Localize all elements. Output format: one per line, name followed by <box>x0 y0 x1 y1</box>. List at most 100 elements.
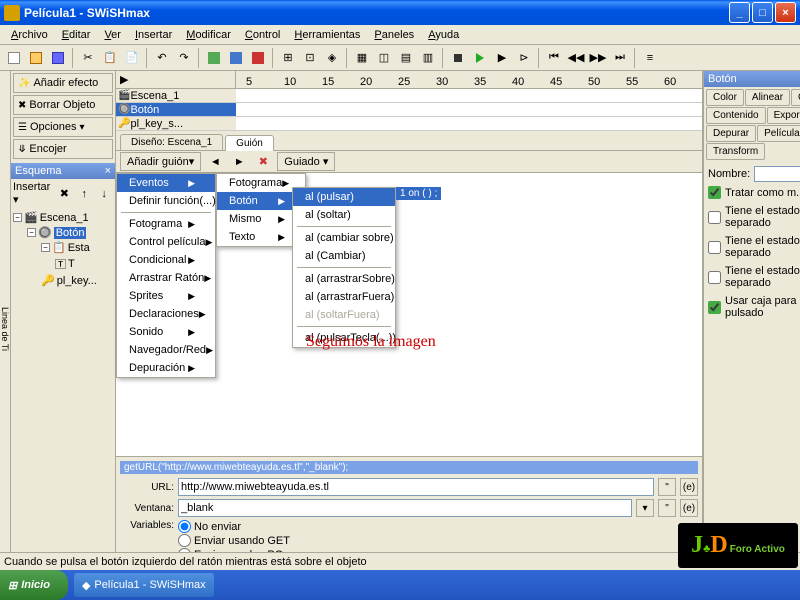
tab-exportar[interactable]: Exportar <box>767 107 800 124</box>
shrink-button[interactable]: ⤋Encojer <box>13 139 113 159</box>
radio-no-enviar[interactable]: No enviar <box>178 520 292 533</box>
ctx-item[interactable]: Declaraciones▶ <box>117 305 215 323</box>
undo-button[interactable]: ↶ <box>152 48 172 68</box>
menu-insertar[interactable]: Insertar <box>128 27 179 43</box>
play-button[interactable] <box>470 48 490 68</box>
tool-button[interactable]: ⊡ <box>300 48 320 68</box>
guided-dropdown[interactable]: Guiado ▾ <box>277 152 335 171</box>
tool-button[interactable]: ◈ <box>322 48 342 68</box>
options-button[interactable]: ☰Opciones▾ <box>13 117 113 137</box>
tab-alinear[interactable]: Alinear <box>745 89 790 106</box>
tab-depurar[interactable]: Depurar <box>706 125 756 142</box>
move-down-button[interactable]: ↓ <box>95 184 113 204</box>
tab-guion[interactable]: Guión <box>225 135 274 151</box>
redo-button[interactable]: ↷ <box>174 48 194 68</box>
ctx-item[interactable]: al (arrastrarFuera) <box>293 288 395 306</box>
open-file-button[interactable] <box>26 48 46 68</box>
ctx-item[interactable]: Definir función(...) <box>117 192 215 210</box>
ctx-item[interactable]: Condicional▶ <box>117 251 215 269</box>
layer-name[interactable]: 🔑pl_key_s... <box>116 117 236 131</box>
ctx-item[interactable]: al (arrastrarSobre) <box>293 270 395 288</box>
tool-button[interactable] <box>226 48 246 68</box>
ctx-item[interactable]: al (Cambiar) <box>293 247 395 265</box>
dropdown-button[interactable]: ▾ <box>636 499 654 517</box>
next-button[interactable]: ▶▶ <box>588 48 608 68</box>
save-button[interactable] <box>48 48 68 68</box>
tree-item[interactable]: −🔘Botón <box>13 225 113 240</box>
add-script-dropdown[interactable]: Añadir guión▾ <box>120 152 201 171</box>
delete-object-button[interactable]: ✖Borrar Objeto <box>13 95 113 115</box>
copy-button[interactable]: 📋 <box>100 48 120 68</box>
checkbox-pulsado[interactable] <box>708 271 721 284</box>
last-button[interactable]: ⏭ <box>610 48 630 68</box>
move-up-button[interactable]: ↑ <box>75 184 93 204</box>
ctx-item[interactable]: Control película▶ <box>117 233 215 251</box>
tab-contenido[interactable]: Contenido <box>706 107 766 124</box>
tool-button[interactable]: ▥ <box>418 48 438 68</box>
minimize-button[interactable]: _ <box>729 2 750 23</box>
prev-button[interactable]: ◀◀ <box>566 48 586 68</box>
expr-button[interactable]: (e) <box>680 499 698 517</box>
tool-button[interactable]: ✖ <box>253 152 273 172</box>
layer-track[interactable] <box>236 117 702 131</box>
tree-item[interactable]: −🎬Escena_1 <box>13 210 113 225</box>
ctx-item[interactable]: Fotograma▶ <box>117 215 215 233</box>
menu-ayuda[interactable]: Ayuda <box>421 27 466 43</box>
stop-button[interactable] <box>448 48 468 68</box>
ctx-item[interactable]: Sprites▶ <box>117 287 215 305</box>
first-button[interactable]: ⏮ <box>544 48 564 68</box>
checkbox-tratar[interactable] <box>708 186 721 199</box>
menu-control[interactable]: Control <box>238 27 287 43</box>
menu-modificar[interactable]: Modificar <box>179 27 238 43</box>
close-button[interactable]: × <box>775 2 796 23</box>
tool-button[interactable]: ⊞ <box>278 48 298 68</box>
tab-color[interactable]: Color <box>706 89 744 106</box>
tool-button[interactable]: ▶ <box>492 48 512 68</box>
tree-item[interactable]: 🔑pl_key... <box>13 273 113 288</box>
quote-button[interactable]: " <box>658 499 676 517</box>
menu-archivo[interactable]: Archivo <box>4 27 55 43</box>
tool-button[interactable] <box>204 48 224 68</box>
layer-name[interactable]: 🔘Botón <box>116 103 236 117</box>
new-file-button[interactable] <box>4 48 24 68</box>
menu-herramientas[interactable]: Herramientas <box>287 27 367 43</box>
layer-name[interactable]: 🎬Escena_1 <box>116 89 236 103</box>
name-input[interactable] <box>754 166 800 182</box>
paste-button[interactable]: 📄 <box>122 48 142 68</box>
tab-guias[interactable]: Guías <box>791 89 800 106</box>
ctx-item[interactable]: Sonido▶ <box>117 323 215 341</box>
expr-button[interactable]: (e) <box>680 478 698 496</box>
add-effect-button[interactable]: ✨Añadir efecto <box>13 73 113 93</box>
timeline-ruler[interactable]: 51015202530354045505560 <box>236 71 702 89</box>
maximize-button[interactable]: □ <box>752 2 773 23</box>
tool-button[interactable]: ⊳ <box>514 48 534 68</box>
tool-button[interactable]: ✖ <box>55 184 73 204</box>
play-icon[interactable]: ▶ <box>120 73 128 86</box>
start-button[interactable]: ⊞ Inicio <box>0 570 68 600</box>
checkbox-abajo[interactable] <box>708 241 721 254</box>
taskbar-item[interactable]: ◆ Película1 - SWiSHmax <box>74 573 214 597</box>
tool-button[interactable]: ► <box>229 152 249 172</box>
tab-transform[interactable]: Transform <box>706 143 765 160</box>
menu-editar[interactable]: Editar <box>55 27 98 43</box>
tab-pelicula[interactable]: Película <box>757 125 800 142</box>
ctx-eventos[interactable]: Eventos▶ <box>117 174 215 192</box>
menu-paneles[interactable]: Paneles <box>367 27 421 43</box>
tool-button[interactable]: ◫ <box>374 48 394 68</box>
tool-button[interactable]: ◄ <box>205 152 225 172</box>
ctx-item[interactable]: al (soltar) <box>293 206 395 224</box>
ctx-al-pulsar[interactable]: al (pulsar) <box>293 188 395 206</box>
ctx-item[interactable]: Navegador/Red▶ <box>117 341 215 359</box>
quote-button[interactable]: " <box>658 478 676 496</box>
layer-track[interactable] <box>236 103 702 117</box>
tool-button[interactable]: ▤ <box>396 48 416 68</box>
ctx-item[interactable]: Depuración▶ <box>117 359 215 377</box>
tool-button[interactable] <box>248 48 268 68</box>
checkbox-caja[interactable] <box>708 301 721 314</box>
tool-button[interactable]: ≡ <box>640 48 660 68</box>
tool-button[interactable]: ▦ <box>352 48 372 68</box>
layer-track[interactable] <box>236 89 702 103</box>
url-input[interactable] <box>178 478 654 496</box>
tree-item[interactable]: −📋Esta <box>13 240 113 255</box>
radio-get[interactable]: Enviar usando GET <box>178 534 292 547</box>
